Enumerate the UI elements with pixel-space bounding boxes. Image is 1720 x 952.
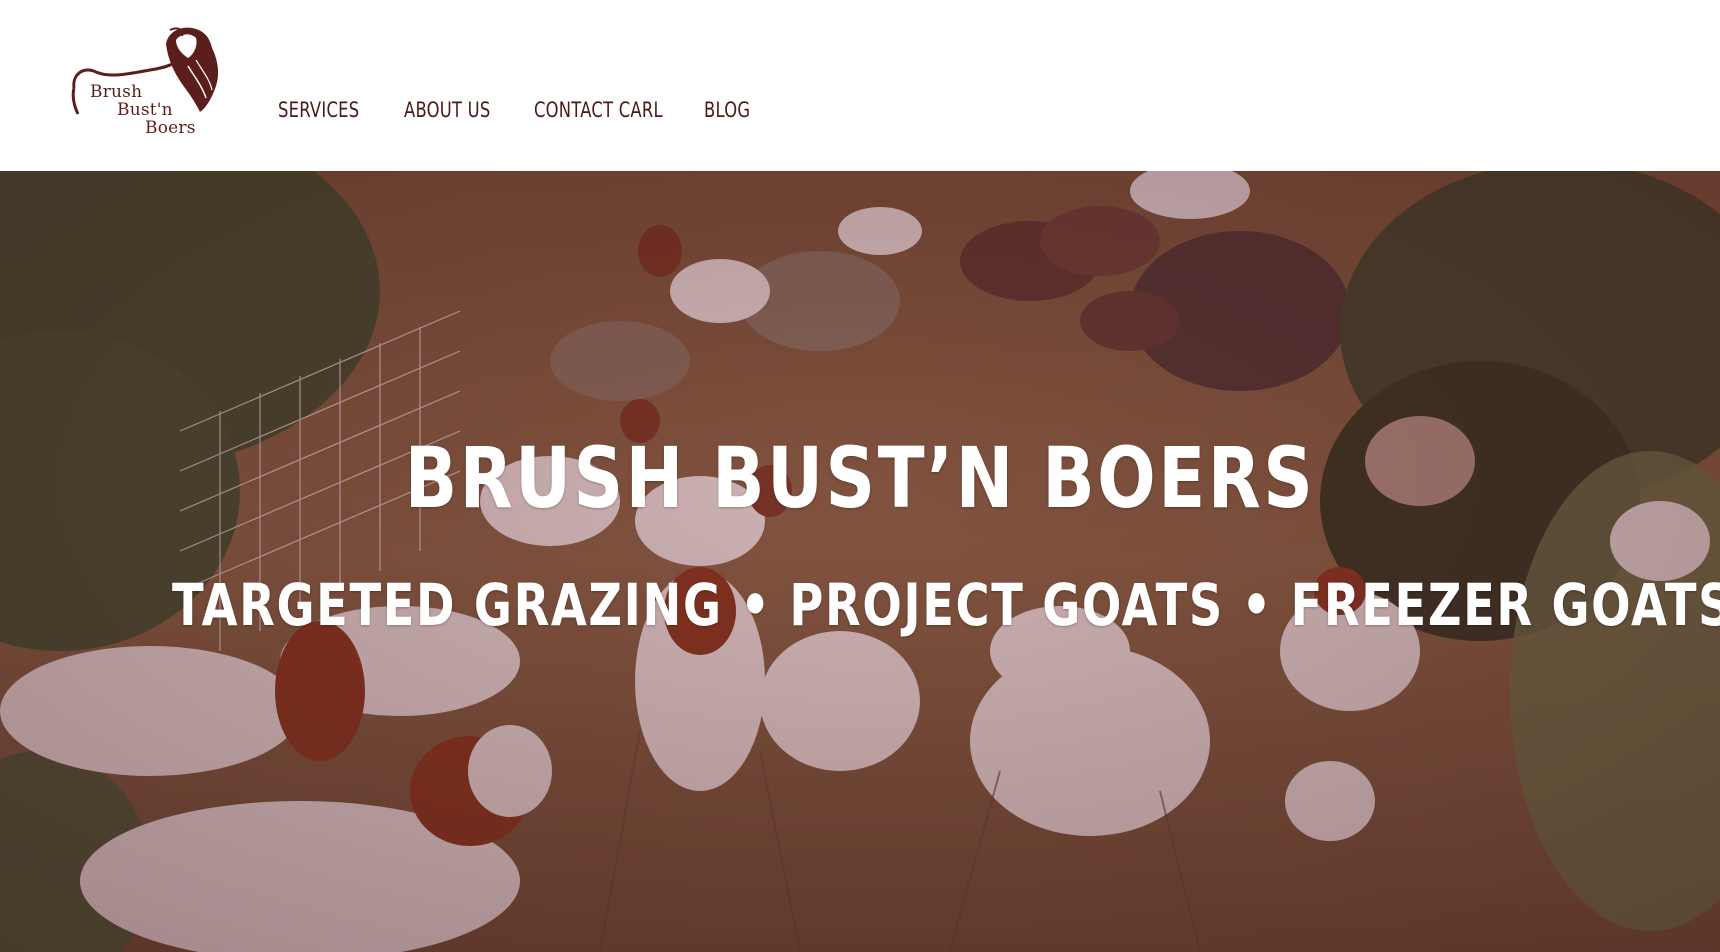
nav-item-services[interactable]: SERVICES (278, 98, 359, 122)
logo-line-2: Bust'n (117, 100, 173, 120)
hero-title: BRUSH BUST’N BOERS (404, 429, 1316, 527)
hero-tint-overlay (0, 171, 1720, 952)
nav-item-blog[interactable]: BLOG (704, 98, 750, 122)
hero-section: BRUSH BUST’N BOERS TARGETED GRAZING • PR… (0, 171, 1720, 952)
logo-wordmark: Brush Bust'n Boers (70, 82, 222, 142)
site-logo[interactable]: Brush Bust'n Boers (70, 26, 222, 142)
nav-item-contact-carl[interactable]: CONTACT CARL (534, 98, 663, 122)
site-header: Brush Bust'n Boers SERVICES ABOUT US CON… (0, 0, 1720, 171)
hero-subtitle: TARGETED GRAZING • PROJECT GOATS • FREEZ… (172, 571, 1720, 639)
logo-line-3: Boers (145, 118, 196, 138)
nav-item-about-us[interactable]: ABOUT US (404, 98, 491, 122)
logo-line-1: Brush (90, 82, 143, 102)
